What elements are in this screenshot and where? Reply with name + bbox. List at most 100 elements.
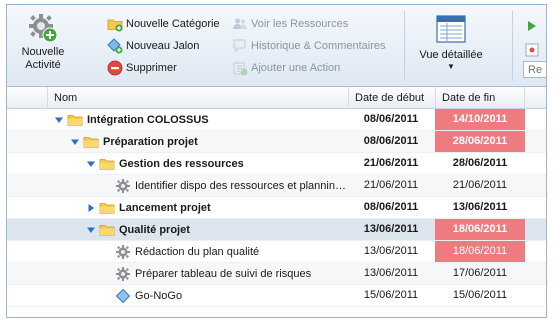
view-detailed-dropdown[interactable]: Vue détaillée ▼ [412, 15, 490, 83]
folder-icon [99, 159, 115, 170]
start-date-cell[interactable]: 08/06/2011 [348, 109, 434, 130]
end-date-cell[interactable]: 15/06/2011 [435, 285, 525, 306]
name-cell[interactable]: Go-NoGo [7, 285, 347, 307]
toolbar-separator [404, 11, 405, 81]
name-cell[interactable]: Préparer tableau de suivi de risques [7, 263, 347, 285]
triangle-down-icon [71, 139, 79, 145]
end-date-cell[interactable]: 28/06/2011 [435, 153, 525, 174]
toolbar-right-group [519, 5, 546, 87]
table-row[interactable]: Lancement projet 08/06/2011 13/06/2011 [7, 197, 546, 219]
expand-toggle[interactable] [85, 202, 97, 214]
name-cell[interactable]: Préparation projet [7, 131, 347, 153]
toolbar: Nouvelle Activité Nouvelle Catégorie Nou… [7, 5, 546, 87]
history-comments-button[interactable]: Historique & Commentaires [232, 35, 386, 57]
header-spacer [7, 87, 41, 109]
toolbar-group-info: Voir les Ressources Historique & Comment… [232, 13, 386, 79]
collapse-toggle[interactable] [85, 158, 97, 170]
table-row[interactable]: Rédaction du plan qualité 13/06/2011 18/06… [7, 241, 546, 263]
start-date-cell[interactable]: 08/06/2011 [348, 197, 434, 218]
start-date-cell[interactable]: 13/06/2011 [348, 241, 434, 262]
milestone-icon [115, 288, 131, 304]
toolbar-group-edit: Nouvelle Catégorie Nouveau Jalon Supprim… [107, 13, 220, 79]
gear-icon [116, 179, 130, 193]
name-cell[interactable]: Gestion des ressources [7, 153, 347, 175]
new-milestone-label: Nouveau Jalon [126, 40, 200, 52]
export-icon[interactable] [525, 19, 539, 33]
end-date-cell[interactable]: 17/06/2011 [435, 263, 525, 284]
task-name: Intégration COLOSSUS [87, 114, 209, 126]
new-activity-label-2: Activité [25, 59, 61, 71]
view-resources-button[interactable]: Voir les Ressources [232, 13, 386, 35]
delete-button[interactable]: Supprimer [107, 57, 220, 79]
new-category-button[interactable]: Nouvelle Catégorie [107, 13, 220, 35]
task-name: Gestion des ressources [119, 158, 244, 170]
add-action-label: Ajouter une Action [251, 62, 341, 74]
table-row[interactable]: Identifier dispo des ressources et plann… [7, 175, 546, 197]
name-cell[interactable]: Qualité projet [7, 219, 347, 241]
gear-icon [116, 245, 130, 259]
folder-icon [99, 225, 115, 236]
task-tree: Intégration COLOSSUS 08/06/2011 14/10/2011… [7, 109, 546, 307]
name-cell[interactable]: Rédaction du plan qualité [7, 241, 347, 263]
chevron-down-icon: ▼ [447, 62, 455, 71]
end-date-cell-late[interactable]: 14/10/2011 [435, 109, 525, 130]
header-start-date[interactable]: Date de début [348, 87, 435, 109]
delete-icon [107, 60, 123, 76]
project-window: Nouvelle Activité Nouvelle Catégorie Nou… [6, 4, 547, 318]
milestone-add-icon [107, 38, 123, 54]
new-milestone-button[interactable]: Nouveau Jalon [107, 35, 220, 57]
end-date-cell-late[interactable]: 18/06/2011 [435, 219, 525, 240]
task-name: Lancement projet [119, 202, 211, 214]
comments-icon [233, 39, 246, 53]
task-name: Qualité projet [119, 224, 190, 236]
start-date-cell[interactable]: 13/06/2011 [348, 219, 434, 240]
history-comments-label: Historique & Commentaires [251, 40, 386, 52]
collapse-toggle[interactable] [69, 136, 81, 148]
new-activity-label-1: Nouvelle [21, 46, 65, 58]
table-row[interactable]: Go-NoGo 15/06/2011 15/06/2011 [7, 285, 546, 307]
folder-add-icon [107, 19, 123, 32]
triangle-down-icon [87, 161, 95, 167]
new-category-label: Nouvelle Catégorie [126, 18, 220, 30]
table-row[interactable]: Intégration COLOSSUS 08/06/2011 14/10/2011 [7, 109, 546, 131]
new-activity-button[interactable]: Nouvelle Activité [17, 11, 69, 83]
collapse-toggle[interactable] [53, 114, 65, 126]
name-cell[interactable]: Identifier dispo des ressources et plann… [7, 175, 347, 197]
gear-add-icon [29, 14, 58, 43]
gear-icon [116, 267, 130, 281]
task-name: Préparation projet [103, 136, 198, 148]
triangle-down-icon [87, 227, 95, 233]
table-row[interactable]: Préparer tableau de suivi de risques 13/0… [7, 263, 546, 285]
name-cell[interactable]: Lancement projet [7, 197, 347, 219]
triangle-right-icon [88, 204, 94, 212]
end-date-cell-late[interactable]: 28/06/2011 [435, 131, 525, 152]
table-row[interactable]: Gestion des ressources 21/06/2011 28/06/20… [7, 153, 546, 175]
task-name: Rédaction du plan qualité [135, 246, 260, 258]
task-name: Préparer tableau de suivi de risques [135, 268, 312, 280]
folder-icon [83, 137, 99, 148]
settings-icon[interactable] [525, 43, 539, 57]
search-input[interactable] [523, 61, 546, 78]
name-cell[interactable]: Intégration COLOSSUS [7, 109, 347, 131]
start-date-cell[interactable]: 13/06/2011 [348, 263, 434, 284]
grid-header: Nom Date de début Date de fin [7, 87, 546, 109]
header-name[interactable]: Nom [47, 87, 348, 109]
start-date-cell[interactable]: 15/06/2011 [348, 285, 434, 306]
triangle-down-icon [55, 117, 63, 123]
end-date-cell[interactable]: 21/06/2011 [435, 175, 525, 196]
end-date-cell[interactable]: 13/06/2011 [435, 197, 525, 218]
table-row[interactable]: Préparation projet 08/06/2011 28/06/2011 [7, 131, 546, 153]
task-name: Identifier dispo des ressources et plann… [135, 180, 346, 192]
add-action-icon [233, 62, 248, 76]
start-date-cell[interactable]: 08/06/2011 [348, 131, 434, 152]
start-date-cell[interactable]: 21/06/2011 [348, 175, 434, 196]
collapse-toggle[interactable] [85, 224, 97, 236]
detailed-view-icon [436, 15, 466, 43]
task-name: Go-NoGo [135, 290, 183, 302]
header-end-date[interactable]: Date de fin [435, 87, 525, 109]
add-action-button[interactable]: Ajouter une Action [232, 57, 386, 79]
end-date-cell-late[interactable]: 18/06/2011 [435, 241, 525, 262]
table-row[interactable]: Qualité projet 13/06/2011 18/06/2011 [7, 219, 546, 241]
start-date-cell[interactable]: 21/06/2011 [348, 153, 434, 174]
